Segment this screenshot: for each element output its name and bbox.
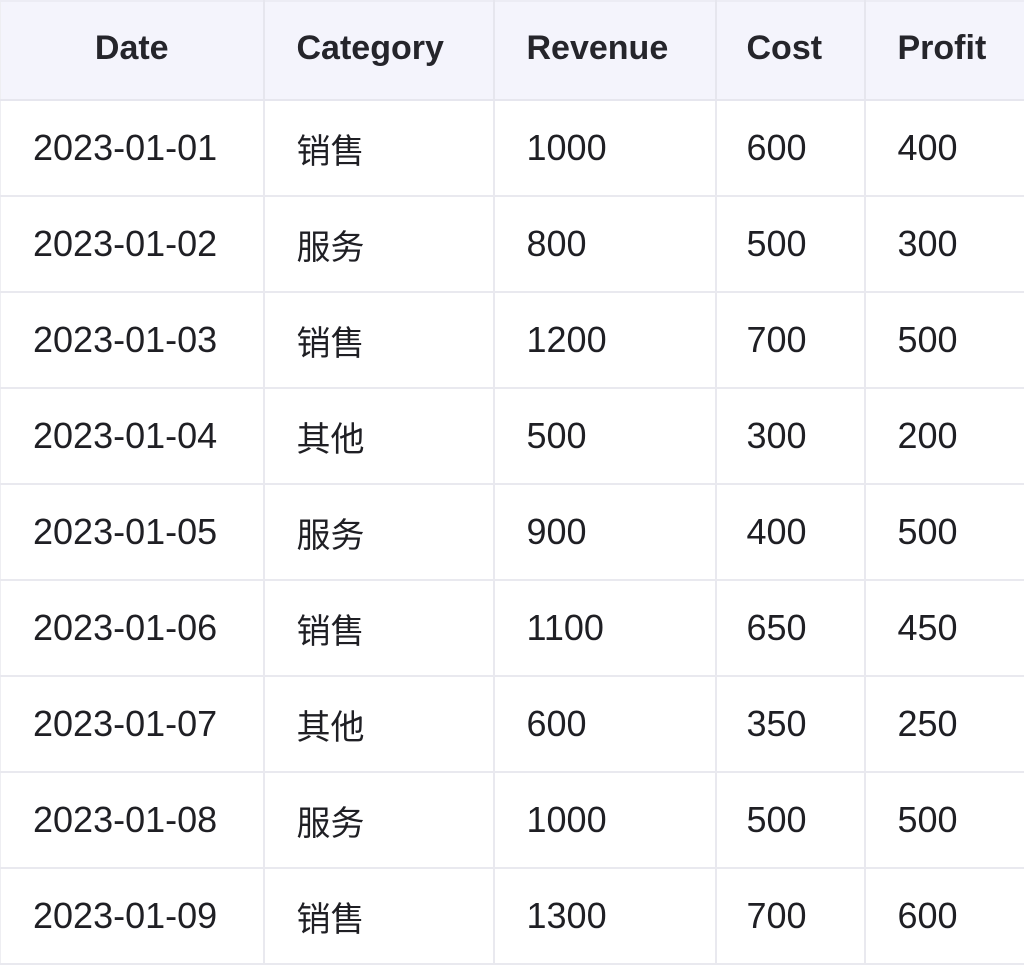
category-cell: 销售	[264, 868, 494, 964]
date-cell: 2023-01-09	[1, 868, 264, 964]
revenue-cell: 1000	[494, 100, 716, 196]
table-body: 2023-01-01销售10006004002023-01-02服务800500…	[1, 100, 1024, 964]
cost-cell: 500	[716, 772, 865, 868]
cost-cell: 650	[716, 580, 865, 676]
date-cell: 2023-01-03	[1, 292, 264, 388]
table-row[interactable]: 2023-01-09销售1300700600	[1, 868, 1024, 964]
table-row[interactable]: 2023-01-03销售1200700500	[1, 292, 1024, 388]
column-header-revenue[interactable]: Revenue	[494, 1, 716, 100]
category-cell: 销售	[264, 100, 494, 196]
category-cell: 服务	[264, 484, 494, 580]
date-cell: 2023-01-04	[1, 388, 264, 484]
profit-cell: 600	[865, 868, 1024, 964]
profit-cell: 500	[865, 772, 1024, 868]
revenue-cell: 1000	[494, 772, 716, 868]
category-cell: 销售	[264, 580, 494, 676]
date-cell: 2023-01-06	[1, 580, 264, 676]
revenue-cell: 800	[494, 196, 716, 292]
revenue-cell: 1100	[494, 580, 716, 676]
cost-cell: 300	[716, 388, 865, 484]
table-row[interactable]: 2023-01-08服务1000500500	[1, 772, 1024, 868]
revenue-cell: 1200	[494, 292, 716, 388]
profit-cell: 450	[865, 580, 1024, 676]
column-header-category[interactable]: Category	[264, 1, 494, 100]
cost-cell: 400	[716, 484, 865, 580]
profit-cell: 300	[865, 196, 1024, 292]
revenue-cell: 1300	[494, 868, 716, 964]
date-cell: 2023-01-02	[1, 196, 264, 292]
table-row[interactable]: 2023-01-06销售1100650450	[1, 580, 1024, 676]
category-cell: 其他	[264, 388, 494, 484]
cost-cell: 600	[716, 100, 865, 196]
column-header-cost[interactable]: Cost	[716, 1, 865, 100]
date-cell: 2023-01-07	[1, 676, 264, 772]
data-table: Date Category Revenue Cost Profit 2023-0…	[0, 0, 1024, 965]
profit-cell: 500	[865, 484, 1024, 580]
category-cell: 服务	[264, 196, 494, 292]
table-row[interactable]: 2023-01-01销售1000600400	[1, 100, 1024, 196]
table-row[interactable]: 2023-01-04其他500300200	[1, 388, 1024, 484]
column-header-date[interactable]: Date	[1, 1, 264, 100]
data-table-container: Date Category Revenue Cost Profit 2023-0…	[0, 0, 1024, 964]
profit-cell: 250	[865, 676, 1024, 772]
profit-cell: 400	[865, 100, 1024, 196]
category-cell: 销售	[264, 292, 494, 388]
column-header-profit[interactable]: Profit	[865, 1, 1024, 100]
cost-cell: 350	[716, 676, 865, 772]
table-row[interactable]: 2023-01-02服务800500300	[1, 196, 1024, 292]
revenue-cell: 500	[494, 388, 716, 484]
table-row[interactable]: 2023-01-05服务900400500	[1, 484, 1024, 580]
profit-cell: 500	[865, 292, 1024, 388]
category-cell: 其他	[264, 676, 494, 772]
cost-cell: 500	[716, 196, 865, 292]
date-cell: 2023-01-01	[1, 100, 264, 196]
revenue-cell: 900	[494, 484, 716, 580]
date-cell: 2023-01-05	[1, 484, 264, 580]
table-row[interactable]: 2023-01-07其他600350250	[1, 676, 1024, 772]
revenue-cell: 600	[494, 676, 716, 772]
date-cell: 2023-01-08	[1, 772, 264, 868]
category-cell: 服务	[264, 772, 494, 868]
table-header-row: Date Category Revenue Cost Profit	[1, 1, 1024, 100]
cost-cell: 700	[716, 292, 865, 388]
cost-cell: 700	[716, 868, 865, 964]
profit-cell: 200	[865, 388, 1024, 484]
